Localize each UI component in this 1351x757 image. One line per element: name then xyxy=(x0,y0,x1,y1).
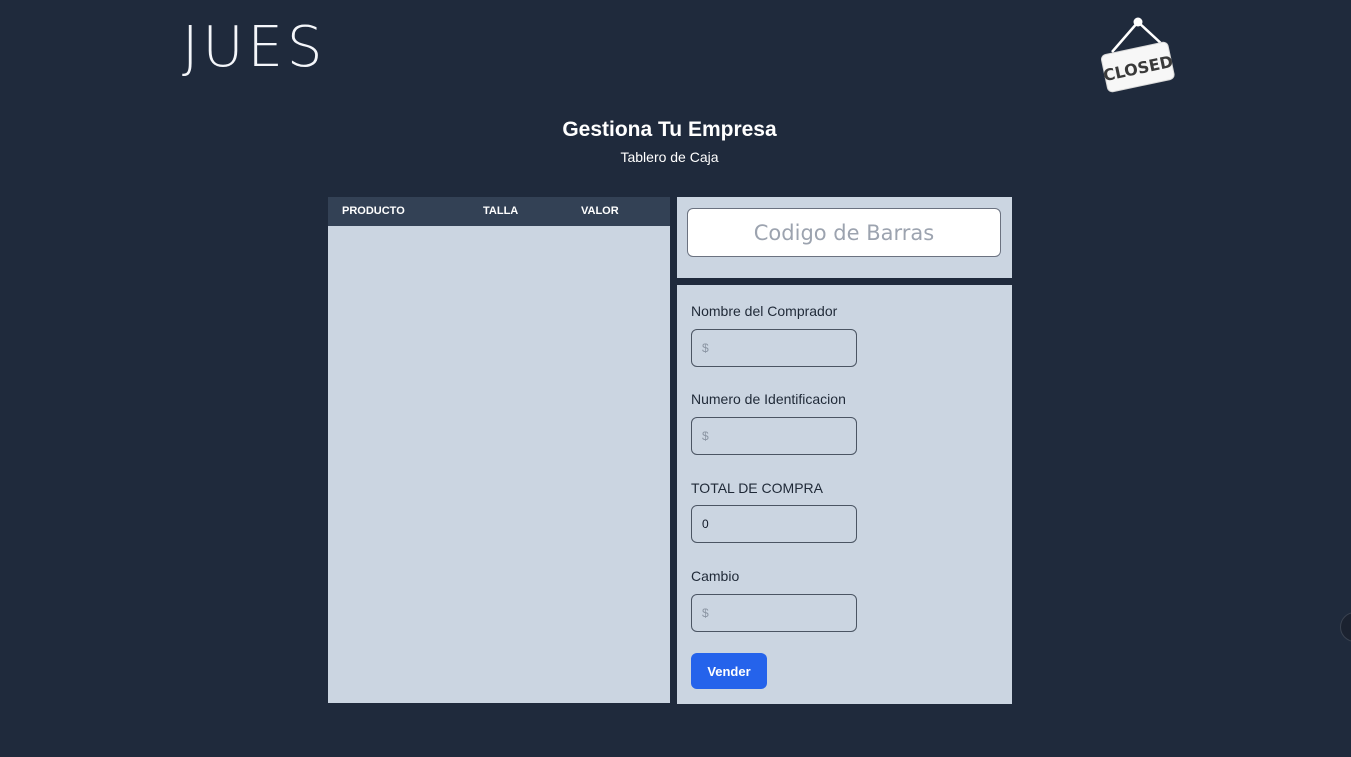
buyer-name-input[interactable] xyxy=(691,329,857,367)
checkout-form: Nombre del Comprador Numero de Identific… xyxy=(677,285,1012,704)
barcode-input[interactable] xyxy=(687,208,1001,257)
page-title: Gestiona Tu Empresa xyxy=(562,118,777,141)
column-header-talla: TALLA xyxy=(483,205,519,217)
buyer-name-label: Nombre del Comprador xyxy=(691,303,838,319)
brand-logo: JUES xyxy=(182,15,327,80)
change-input[interactable] xyxy=(691,594,857,632)
total-input[interactable] xyxy=(691,505,857,543)
id-number-label: Numero de Identificacion xyxy=(691,391,846,407)
page-subtitle: Tablero de Caja xyxy=(620,149,719,165)
id-number-input[interactable] xyxy=(691,417,857,455)
table-header: PRODUCTO TALLA VALOR xyxy=(328,197,670,226)
sell-button[interactable]: Vender xyxy=(691,653,767,689)
change-label: Cambio xyxy=(691,568,740,584)
column-header-valor: VALOR xyxy=(581,205,619,217)
products-table: PRODUCTO TALLA VALOR xyxy=(328,197,670,703)
floating-widget-button[interactable] xyxy=(1340,612,1351,642)
total-label: TOTAL DE COMPRA xyxy=(691,480,823,496)
closed-sign-icon: CLOSED xyxy=(1100,16,1176,94)
column-header-producto: PRODUCTO xyxy=(342,205,405,217)
barcode-panel xyxy=(677,197,1012,278)
